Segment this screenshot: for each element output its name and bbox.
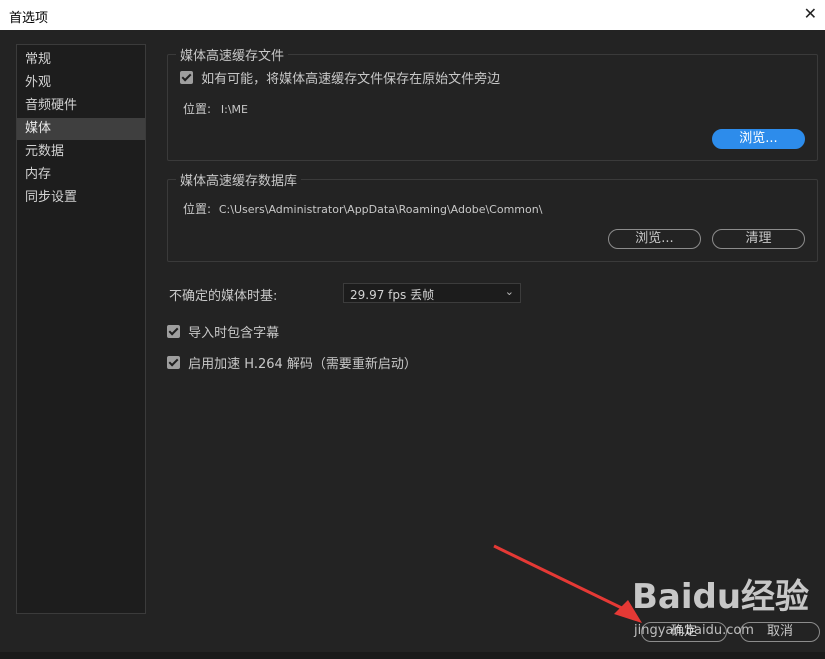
baidu-logo: Baidu经验 xyxy=(632,577,810,617)
baidu-url: jingyan.baidu.com xyxy=(634,623,754,638)
annotation-arrow-icon xyxy=(493,544,642,623)
